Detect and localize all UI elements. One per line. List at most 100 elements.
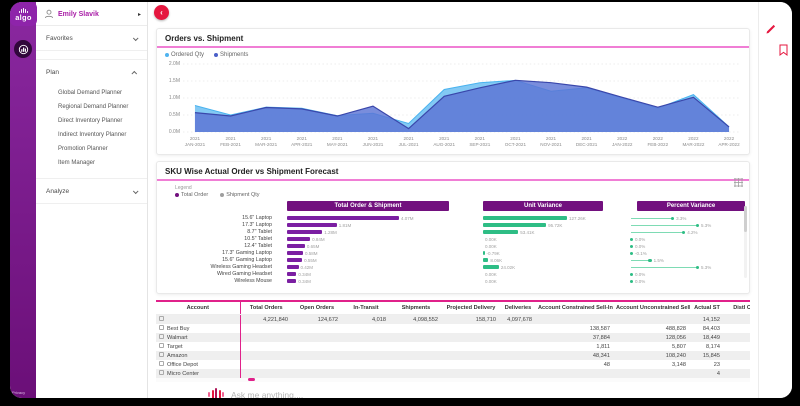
bar-value-label: 0.34M [298,279,311,284]
x-tick-label: 2022APR-2022 [718,136,739,147]
percent-variance-dot[interactable] [648,259,652,263]
value-cell: 4,097,678 [500,315,536,325]
value-cell [240,351,292,360]
table-column-header[interactable]: Total Orders [240,302,292,315]
value-cell [724,360,750,369]
table-row[interactable]: Office Depot483,14823 [156,360,750,369]
grid-view-icon[interactable] [734,178,743,187]
sku-category-label: 10.5" Tablet [165,236,277,243]
table-column-header[interactable]: In-Transit [342,302,390,315]
total-order-bar[interactable] [287,279,296,283]
table-column-header[interactable]: Account Constrained Sell-In Fcst [536,302,614,315]
legend-item-total-order[interactable]: Total Order [175,192,208,198]
legend-item-shipments[interactable]: Shipments [214,52,248,58]
table-row[interactable]: Best Buy138,587488,82884,403 [156,324,750,333]
value-cell [442,333,500,342]
value-cell: 23 [690,360,724,369]
avatar-icon [44,9,54,19]
bar-value-label: 127.26K [569,216,586,221]
total-order-bar[interactable] [287,223,337,227]
algo-logo[interactable]: algo [10,2,37,26]
percent-variance-dot[interactable] [671,217,675,221]
unit-variance-bar[interactable] [483,265,499,269]
sidebar-item-favorites[interactable]: Favorites [36,26,147,50]
percent-variance-dot[interactable] [630,280,634,284]
sku-category-label: 15.6" Gaming Laptop [165,257,277,264]
bar-value-label: 5.3% [701,223,711,228]
expand-icon[interactable] [159,370,164,375]
unit-variance-bar[interactable] [483,258,488,262]
table-column-header[interactable]: Account Unconstrained Sell-In [614,302,690,315]
value-cell [342,369,390,378]
total-order-bar[interactable] [287,237,310,241]
value-cell [500,342,536,351]
table-column-header[interactable]: Shipments [390,302,442,315]
table-row[interactable]: Amazon48,341108,24015,845 [156,351,750,360]
unit-variance-bar[interactable] [483,216,567,220]
table-column-header[interactable]: Actual ST [690,302,724,315]
sidebar-item-regional-demand-planner[interactable]: Regional Demand Planner [36,100,147,114]
value-cell [390,342,442,351]
percent-variance-dot[interactable] [630,252,634,256]
sidebar-item-promotion-planner[interactable]: Promotion Planner [36,142,147,156]
x-tick-label: 2021AUG-2021 [433,136,455,147]
table-row[interactable]: Target1,8115,8078,174 [156,342,750,351]
table-row[interactable]: 4,221,840124,6724,0184,098,552158,7104,0… [156,315,750,325]
bookmark-icon[interactable] [779,44,788,56]
sku-category-label: 8.7" Tablet [165,229,277,236]
percent-variance-dot[interactable] [630,273,634,277]
sku-scrollbar[interactable] [744,206,747,278]
expand-icon[interactable] [159,325,164,330]
back-button[interactable]: ‹ [154,5,169,20]
percent-variance-dot[interactable] [630,245,634,249]
table-column-header[interactable]: Open Orders [292,302,342,315]
percent-variance-dot[interactable] [682,231,686,235]
legend-item-ordered-qty[interactable]: Ordered Qty [165,52,204,58]
expand-icon[interactable] [159,361,164,366]
y-tick-label: 0.0M [169,129,180,135]
sidebar-item-direct-inventory-planner[interactable]: Direct Inventory Planner [36,114,147,128]
percent-variance-dot[interactable] [696,224,700,228]
orders-area-svg[interactable] [183,60,741,136]
total-order-bar[interactable] [287,244,305,248]
value-cell [240,369,292,378]
expand-icon[interactable] [159,352,164,357]
voice-waveform-icon[interactable] [208,388,224,398]
table-row[interactable]: Micro Center4 [156,369,750,378]
scrollbar-thumb[interactable] [744,206,747,232]
sidebar-item-analyze[interactable]: Analyze [36,179,147,203]
total-order-bar[interactable] [287,230,322,234]
sidebar-item-item-manager[interactable]: Item Manager [36,156,147,170]
table-hscrollbar[interactable] [156,378,750,382]
total-order-bar[interactable] [287,258,302,262]
edit-pencil-icon[interactable] [765,24,776,35]
unit-variance-bar[interactable] [483,223,546,227]
expand-icon[interactable] [159,316,164,321]
table-row[interactable]: Walmart37,884128,05618,449 [156,333,750,342]
expand-icon[interactable] [159,334,164,339]
table-column-header[interactable]: Distl Constrained S [724,302,750,315]
ask-input[interactable] [231,390,431,399]
user-menu[interactable]: Emily Slavik ▸ [36,2,147,26]
scrollbar-thumb[interactable] [248,378,255,381]
unit-variance-bar[interactable] [483,251,485,255]
sidebar-item-global-demand-planner[interactable]: Global Demand Planner [36,86,147,100]
ordered-qty-dot [165,53,169,57]
percent-variance-dot[interactable] [630,238,634,242]
analytics-badge-icon[interactable] [14,40,32,58]
total-order-bar[interactable] [287,216,399,220]
total-order-bar[interactable] [287,265,299,269]
total-order-bar[interactable] [287,251,303,255]
percent-variance-dot[interactable] [696,266,700,270]
legend-item-shipment-qty[interactable]: Shipment Qty [220,192,259,198]
table-column-header[interactable]: Account [156,302,240,315]
expand-icon[interactable] [159,343,164,348]
unit-variance-bar[interactable] [483,230,518,234]
sidebar-item-indirect-inventory-planner[interactable]: Indirect Inventory Planner [36,128,147,142]
table-column-header[interactable]: Projected Delivery [442,302,500,315]
table-column-header[interactable]: Deliveries [500,302,536,315]
value-cell: 128,056 [614,333,690,342]
sidebar-item-plan[interactable]: Plan [36,59,147,84]
total-order-bar[interactable] [287,272,296,276]
value-cell: 48 [536,360,614,369]
